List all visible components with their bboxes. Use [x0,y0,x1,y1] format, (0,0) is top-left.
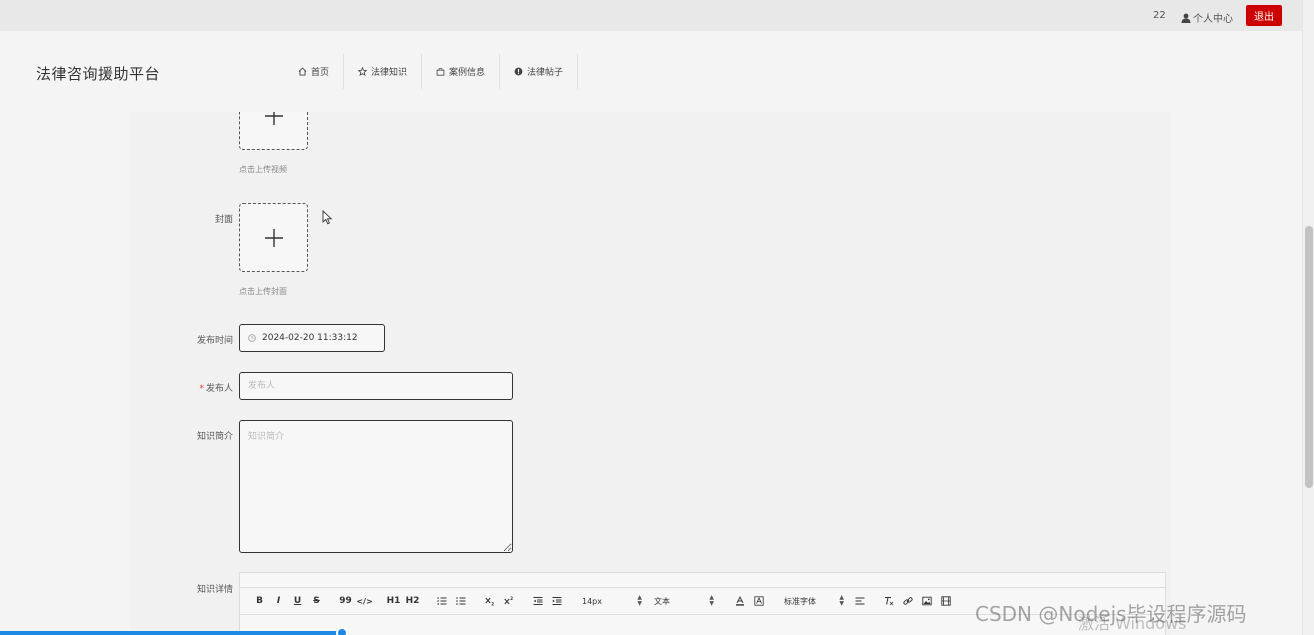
user-icon [1181,13,1191,23]
main-nav: 首页 法律知识 案例信息 法律帖子 [284,54,579,89]
publisher-label: * 发布人 [153,381,233,394]
outdent-icon[interactable] [528,592,547,610]
indent-icon[interactable] [547,592,566,610]
strike-button[interactable]: S [307,592,326,610]
video-progress-bar[interactable] [0,631,343,635]
bold-button[interactable]: B [250,592,269,610]
font-family-select[interactable]: 标准字体 ▲ ▼ [778,592,850,610]
svg-text:2: 2 [510,596,513,601]
nav-item-legal-knowledge[interactable]: 法律知识 [344,54,423,89]
alert-circle-icon [514,67,523,76]
svg-text:2: 2 [491,602,494,607]
star-icon [358,67,368,76]
font-size-select[interactable]: 14px ▲ ▼ [576,592,648,610]
plus-icon [264,112,283,125]
font-size-value: 14px [582,596,602,606]
nav-label: 首页 [311,68,330,78]
background-color-icon[interactable] [749,592,768,610]
logout-button[interactable]: 退出 [1246,5,1282,26]
form-panel: 点击上传视频 封面 点击上传封面 发布时间 2024-02-20 11:33:1… [131,112,1171,635]
nav-label: 案例信息 [449,68,486,78]
underline-button[interactable]: U [288,592,307,610]
publish-time-value: 2024-02-20 11:33:12 [262,333,358,343]
heading1-button[interactable]: H1 [384,592,403,610]
video-upload-hint: 点击上传视频 [239,165,287,174]
top-bar: 22 个人中心 退出 [0,0,1302,31]
select-arrows-icon: ▲ ▼ [709,594,714,607]
publish-time-picker[interactable]: 2024-02-20 11:33:12 [239,324,385,352]
text-type-select[interactable]: 文本 ▲ ▼ [648,592,720,610]
publisher-label-text: 发布人 [205,384,233,394]
user-count: 22 [1153,10,1166,21]
progress-handle[interactable] [336,627,348,635]
plus-icon [264,228,283,247]
clear-format-icon[interactable] [879,592,898,610]
intro-label: 知识简介 [196,432,233,442]
nav-item-home[interactable]: 首页 [284,54,345,89]
vertical-scrollbar[interactable] [1302,0,1314,635]
csdn-watermark: CSDN @Nodejs毕设程序源码 [975,602,1247,626]
site-title: 法律咨询援助平台 [36,65,161,83]
link-icon[interactable] [898,592,917,610]
publish-time-label: 发布时间 [196,336,233,346]
site-header: 法律咨询援助平台 首页 法律知识 案例信息 法律帖子 [0,31,1302,112]
image-icon[interactable] [917,592,936,610]
font-color-icon[interactable] [730,592,749,610]
nav-label: 法律帖子 [527,68,564,78]
cover-label: 封面 [214,215,233,225]
user-center-label: 个人中心 [1193,14,1233,25]
video-upload-box[interactable] [239,112,308,150]
heading2-button[interactable]: H2 [403,592,422,610]
select-arrows-icon: ▲ ▼ [637,594,642,607]
subscript-icon[interactable]: 2 [480,592,499,610]
code-block-button[interactable]: </> [355,592,374,610]
scrollbar-thumb[interactable] [1305,226,1313,488]
nav-item-case-info[interactable]: 案例信息 [422,54,501,89]
nav-label: 法律知识 [371,68,408,78]
svg-text:3: 3 [437,602,439,606]
font-family-value: 标准字体 [784,596,816,606]
mouse-cursor-icon [322,210,333,225]
superscript-icon[interactable]: 2 [499,592,518,610]
text-type-value: 文本 [654,596,670,606]
ordered-list-icon[interactable]: 123 [432,592,451,610]
publisher-input[interactable] [239,372,513,400]
bullet-list-icon[interactable] [451,592,470,610]
detail-label: 知识详情 [196,585,233,595]
home-icon [298,67,307,76]
intro-textarea[interactable] [239,420,513,553]
italic-button[interactable]: I [269,592,288,610]
select-arrows-icon: ▲ ▼ [839,594,844,607]
clock-icon [248,334,256,342]
video-icon[interactable] [936,592,955,610]
required-mark: * [199,384,204,394]
user-center-link[interactable]: 个人中心 [1181,10,1233,25]
blockquote-button[interactable]: 99 [336,592,355,610]
align-icon[interactable] [850,592,869,610]
cover-upload-hint: 点击上传封面 [239,287,287,296]
bag-icon [436,67,445,76]
cover-upload-box[interactable] [239,203,308,272]
nav-item-legal-posts[interactable]: 法律帖子 [500,54,579,89]
